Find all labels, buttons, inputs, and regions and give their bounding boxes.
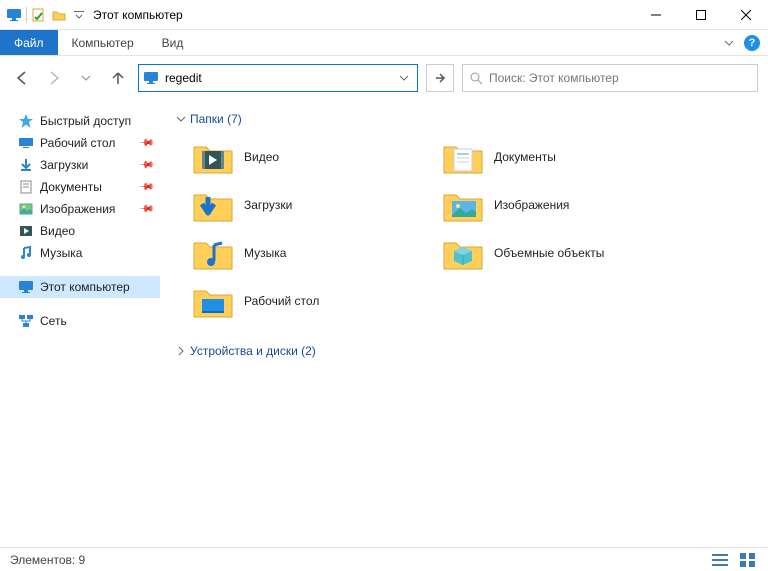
videos-folder-icon <box>192 138 234 176</box>
folder-label: Музыка <box>244 246 286 260</box>
downloads-folder-icon <box>192 186 234 224</box>
search-input[interactable] <box>489 71 751 85</box>
address-bar[interactable] <box>138 64 418 92</box>
pin-icon: 📌 <box>137 157 154 174</box>
devices-group-header[interactable]: Устройства и диски (2) <box>176 340 752 368</box>
close-button[interactable] <box>723 0 768 30</box>
main-area: Быстрый доступ Рабочий стол 📌 Загрузки 📌… <box>0 100 768 547</box>
folders-group-header[interactable]: Папки (7) <box>176 108 752 136</box>
folder-item-desktop[interactable]: Рабочий стол <box>190 280 420 322</box>
nav-row <box>0 56 768 100</box>
address-dropdown-icon[interactable] <box>395 73 413 83</box>
group-label: Устройства и диски (2) <box>190 344 316 358</box>
address-icon <box>143 70 159 86</box>
this-pc-icon <box>18 279 34 295</box>
recent-locations-button[interactable] <box>74 66 98 90</box>
desktop-folder-icon <box>192 282 234 320</box>
sidebar-item-label: Загрузки <box>40 158 88 172</box>
sidebar-item-label: Этот компьютер <box>40 280 130 294</box>
search-box[interactable] <box>462 64 758 92</box>
star-icon <box>18 113 34 129</box>
folder-label: Рабочий стол <box>244 294 319 308</box>
item-count: Элементов: 9 <box>10 553 85 567</box>
documents-folder-icon <box>442 138 484 176</box>
folder-item-music[interactable]: Музыка <box>190 232 420 274</box>
pictures-folder-icon <box>442 186 484 224</box>
folder-item-downloads[interactable]: Загрузки <box>190 184 420 226</box>
qat-new-folder-icon[interactable] <box>51 7 67 23</box>
sidebar-network[interactable]: Сеть <box>0 310 160 332</box>
sidebar-item-videos[interactable]: Видео <box>0 220 160 242</box>
sidebar-item-label: Сеть <box>40 314 67 328</box>
folder-item-pictures[interactable]: Изображения <box>440 184 670 226</box>
details-view-button[interactable] <box>710 552 730 568</box>
minimize-button[interactable] <box>633 0 678 30</box>
sidebar-item-label: Быстрый доступ <box>40 114 131 128</box>
sidebar-quick-access[interactable]: Быстрый доступ <box>0 110 160 132</box>
sidebar-item-documents[interactable]: Документы 📌 <box>0 176 160 198</box>
address-input[interactable] <box>165 71 389 85</box>
pictures-icon <box>18 201 34 217</box>
folder-label: Объемные объекты <box>494 246 604 260</box>
app-icon <box>6 7 22 23</box>
videos-icon <box>18 223 34 239</box>
help-button[interactable]: ? <box>744 35 760 51</box>
3d-objects-folder-icon <box>442 234 484 272</box>
qat-dropdown-icon[interactable] <box>71 7 87 23</box>
desktop-icon <box>18 135 34 151</box>
sidebar-item-music[interactable]: Музыка <box>0 242 160 264</box>
content-pane: Папки (7) Видео Документы Загрузки Изобр… <box>160 100 768 547</box>
folder-label: Загрузки <box>244 198 292 212</box>
tab-computer[interactable]: Компьютер <box>58 30 148 55</box>
folder-item-documents[interactable]: Документы <box>440 136 670 178</box>
large-icons-view-button[interactable] <box>738 552 758 568</box>
status-bar: Элементов: 9 <box>0 547 768 571</box>
folders-grid: Видео Документы Загрузки Изображения Муз… <box>176 136 752 322</box>
sidebar-item-pictures[interactable]: Изображения 📌 <box>0 198 160 220</box>
pin-icon: 📌 <box>137 179 154 196</box>
sidebar-item-downloads[interactable]: Загрузки 📌 <box>0 154 160 176</box>
go-button[interactable] <box>426 64 454 92</box>
sidebar-item-desktop[interactable]: Рабочий стол 📌 <box>0 132 160 154</box>
maximize-button[interactable] <box>678 0 723 30</box>
file-tab[interactable]: Файл <box>0 30 58 55</box>
music-folder-icon <box>192 234 234 272</box>
forward-button[interactable] <box>42 66 66 90</box>
chevron-down-icon <box>176 114 186 124</box>
qat-separator <box>26 7 27 23</box>
properties-icon[interactable] <box>31 7 47 23</box>
ribbon: Файл Компьютер Вид ? <box>0 30 768 56</box>
quick-access-toolbar <box>6 7 87 23</box>
sidebar-item-label: Документы <box>40 180 102 194</box>
window-title: Этот компьютер <box>93 8 183 22</box>
downloads-icon <box>18 157 34 173</box>
sidebar-item-label: Изображения <box>40 202 115 216</box>
folder-label: Документы <box>494 150 556 164</box>
folder-item-3d-objects[interactable]: Объемные объекты <box>440 232 670 274</box>
up-button[interactable] <box>106 66 130 90</box>
chevron-right-icon <box>176 346 186 356</box>
back-button[interactable] <box>10 66 34 90</box>
search-icon <box>469 71 483 85</box>
ribbon-collapse-icon[interactable] <box>724 38 734 48</box>
pin-icon: 📌 <box>137 135 154 152</box>
group-label: Папки (7) <box>190 112 242 126</box>
documents-icon <box>18 179 34 195</box>
folder-label: Изображения <box>494 198 569 212</box>
sidebar-item-label: Видео <box>40 224 75 238</box>
network-icon <box>18 313 34 329</box>
sidebar-item-label: Музыка <box>40 246 82 260</box>
tab-view[interactable]: Вид <box>148 30 198 55</box>
folder-item-videos[interactable]: Видео <box>190 136 420 178</box>
music-icon <box>18 245 34 261</box>
sidebar-item-label: Рабочий стол <box>40 136 115 150</box>
pin-icon: 📌 <box>137 201 154 218</box>
titlebar: Этот компьютер <box>0 0 768 30</box>
folder-label: Видео <box>244 150 279 164</box>
sidebar: Быстрый доступ Рабочий стол 📌 Загрузки 📌… <box>0 100 160 547</box>
sidebar-this-pc[interactable]: Этот компьютер <box>0 276 160 298</box>
